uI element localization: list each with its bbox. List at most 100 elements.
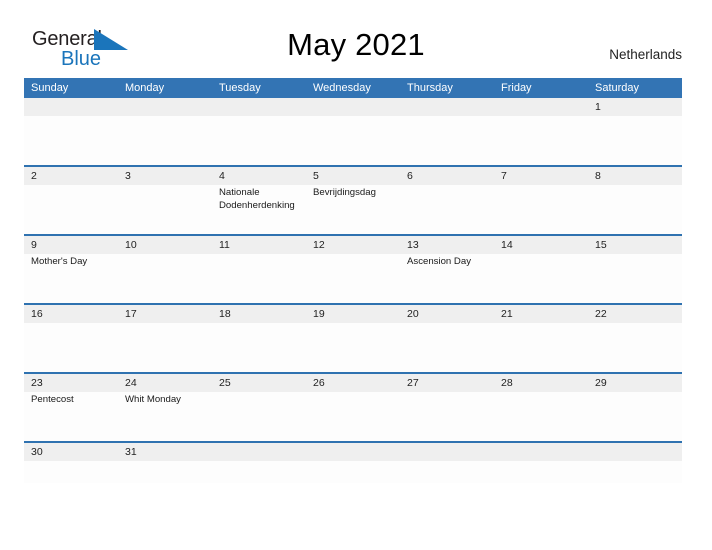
calendar-week-row: 2 3 4 Nationale Dodenherdenking 5 Bevrijdi…	[24, 167, 682, 236]
weekday-header-row: Sunday Monday Tuesday Wednesday Thursday…	[24, 78, 682, 98]
day-cells: 30 31	[24, 443, 682, 483]
day-event: Mother's Day	[31, 256, 88, 267]
day-event: Whit Monday	[125, 394, 181, 405]
day-number: 31	[125, 446, 137, 458]
day-cell[interactable]: 12	[306, 236, 400, 303]
day-cell[interactable]: 31	[118, 443, 212, 483]
day-number	[407, 443, 490, 461]
weekday-header-saturday: Saturday	[595, 82, 640, 94]
calendar-week-row: 1	[24, 98, 682, 167]
day-cell[interactable]	[212, 98, 306, 165]
day-cell[interactable]: 6	[400, 167, 494, 234]
day-cell[interactable]: 19	[306, 305, 400, 372]
weekday-header-tuesday: Tuesday	[219, 82, 261, 94]
day-cell[interactable]: 20	[400, 305, 494, 372]
day-cell[interactable]	[212, 443, 306, 483]
day-number: 15	[595, 239, 607, 251]
day-cell[interactable]	[400, 443, 494, 483]
day-cell[interactable]	[24, 98, 118, 165]
calendar-grid: Sunday Monday Tuesday Wednesday Thursday…	[24, 78, 682, 483]
day-number: 17	[125, 308, 137, 320]
day-cell[interactable]: 17	[118, 305, 212, 372]
day-cells: 1	[24, 98, 682, 165]
day-number	[219, 443, 302, 461]
day-cell[interactable]: 13 Ascension Day	[400, 236, 494, 303]
day-number: 25	[219, 377, 231, 389]
day-cell[interactable]: 10	[118, 236, 212, 303]
day-cell[interactable]: 11	[212, 236, 306, 303]
day-number: 30	[31, 446, 43, 458]
day-cell[interactable]: 24 Whit Monday	[118, 374, 212, 441]
day-cells: 9 Mother's Day 10 11 12 13 Ascension Day 1…	[24, 236, 682, 303]
day-cell[interactable]: 18	[212, 305, 306, 372]
day-cell[interactable]	[494, 98, 588, 165]
day-number: 8	[595, 170, 601, 182]
day-cell[interactable]	[400, 98, 494, 165]
day-cell[interactable]: 7	[494, 167, 588, 234]
day-number: 18	[219, 308, 231, 320]
day-cell[interactable]: 3	[118, 167, 212, 234]
day-number: 29	[595, 377, 607, 389]
calendar-page: General Blue May 2021 Netherlands Sunday…	[0, 0, 712, 550]
calendar-week-row: 23 Pentecost 24 Whit Monday 25 26 27 28 29	[24, 374, 682, 443]
day-number: 9	[31, 239, 37, 251]
day-number: 20	[407, 308, 419, 320]
day-cell[interactable]	[306, 98, 400, 165]
day-cells: 23 Pentecost 24 Whit Monday 25 26 27 28 29	[24, 374, 682, 441]
day-cell[interactable]	[118, 98, 212, 165]
day-cell[interactable]: 29	[588, 374, 682, 441]
day-cell[interactable]: 23 Pentecost	[24, 374, 118, 441]
day-cell[interactable]: 28	[494, 374, 588, 441]
day-cell[interactable]: 15	[588, 236, 682, 303]
day-number: 22	[595, 308, 607, 320]
day-cells: 2 3 4 Nationale Dodenherdenking 5 Bevrijdi…	[24, 167, 682, 234]
day-cell[interactable]: 27	[400, 374, 494, 441]
weekday-header-sunday: Sunday	[31, 82, 69, 94]
day-event: Pentecost	[31, 394, 74, 405]
day-number: 10	[125, 239, 137, 251]
day-number: 14	[501, 239, 513, 251]
page-header: General Blue May 2021 Netherlands	[0, 0, 712, 78]
day-cell[interactable]: 5 Bevrijdingsdag	[306, 167, 400, 234]
day-cell[interactable]: 1	[588, 98, 682, 165]
day-number: 1	[595, 101, 601, 113]
day-number	[31, 98, 114, 116]
day-number: 26	[313, 377, 325, 389]
day-number	[219, 98, 302, 116]
day-cell[interactable]: 2	[24, 167, 118, 234]
day-cell[interactable]: 16	[24, 305, 118, 372]
day-number	[501, 98, 584, 116]
day-number	[313, 443, 396, 461]
day-event: Nationale Dodenherdenking	[219, 187, 295, 211]
day-cell[interactable]	[494, 443, 588, 483]
day-number: 21	[501, 308, 513, 320]
day-cell[interactable]: 22	[588, 305, 682, 372]
day-number: 2	[31, 170, 37, 182]
calendar-week-row: 16 17 18 19 20 21 22	[24, 305, 682, 374]
day-number	[125, 98, 208, 116]
day-number	[313, 98, 396, 116]
day-number: 7	[501, 170, 507, 182]
day-event: Ascension Day	[407, 256, 471, 267]
day-cell[interactable]: 9 Mother's Day	[24, 236, 118, 303]
day-number: 28	[501, 377, 513, 389]
day-number: 5	[313, 170, 319, 182]
day-number: 23	[31, 377, 43, 389]
day-number: 27	[407, 377, 419, 389]
day-number: 12	[313, 239, 325, 251]
weekday-header-wednesday: Wednesday	[313, 82, 371, 94]
day-cell[interactable]: 4 Nationale Dodenherdenking	[212, 167, 306, 234]
weekday-header-monday: Monday	[125, 82, 165, 94]
day-number	[501, 443, 584, 461]
day-cell[interactable]: 30	[24, 443, 118, 483]
day-cell[interactable]: 14	[494, 236, 588, 303]
day-number: 11	[219, 239, 230, 251]
day-cell[interactable]: 25	[212, 374, 306, 441]
weekday-header-friday: Friday	[501, 82, 532, 94]
day-cell[interactable]: 8	[588, 167, 682, 234]
day-cell[interactable]: 26	[306, 374, 400, 441]
day-cell[interactable]	[306, 443, 400, 483]
weekday-header-thursday: Thursday	[407, 82, 453, 94]
day-cell[interactable]	[588, 443, 682, 483]
day-cell[interactable]: 21	[494, 305, 588, 372]
